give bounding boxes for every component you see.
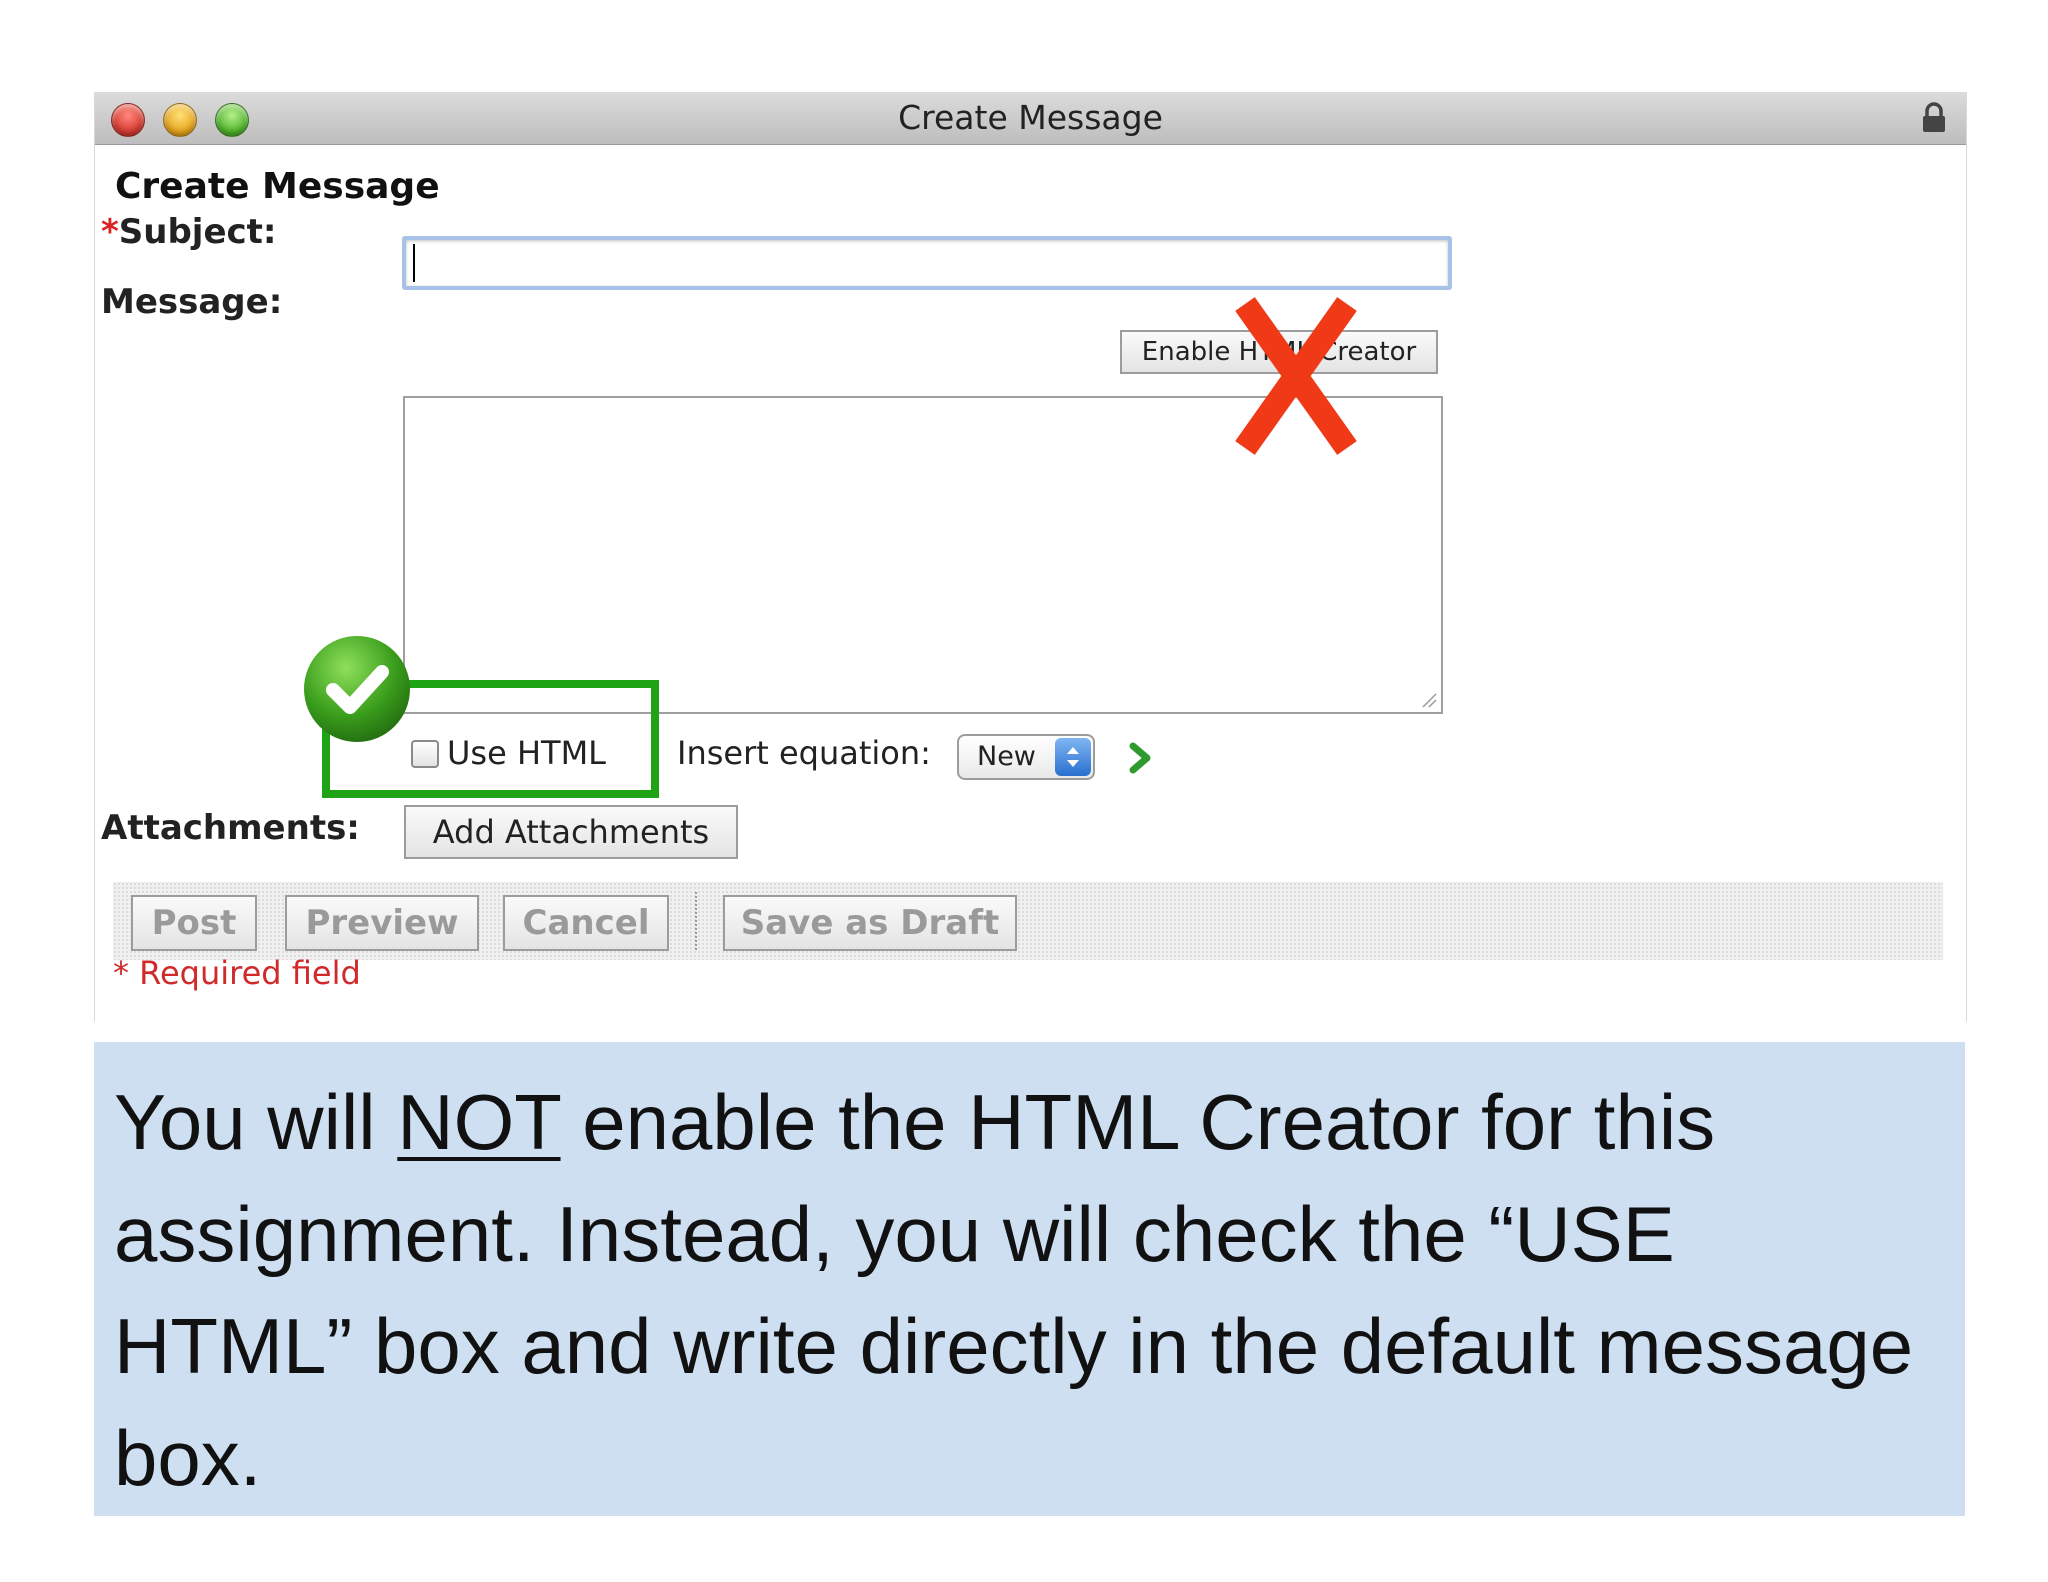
- subject-label: *Subject:: [101, 212, 277, 252]
- equation-select[interactable]: New: [957, 734, 1095, 780]
- preview-button[interactable]: Preview: [285, 895, 479, 951]
- resize-grip-icon[interactable]: [1419, 690, 1437, 708]
- insert-equation-label: Insert equation:: [677, 734, 931, 772]
- required-field-note: * Required field: [113, 954, 361, 992]
- subject-input[interactable]: [402, 236, 1452, 290]
- message-label: Message:: [101, 282, 283, 322]
- subject-label-text: Subject:: [118, 212, 277, 252]
- check-badge-icon: [304, 636, 410, 742]
- select-arrows-icon[interactable]: [1055, 738, 1091, 776]
- caption-part-1: You will: [114, 1078, 398, 1166]
- title-bar[interactable]: Create Message: [95, 92, 1966, 145]
- save-as-draft-button[interactable]: Save as Draft: [723, 895, 1017, 951]
- add-attachments-button[interactable]: Add Attachments: [404, 805, 738, 859]
- caption-emphasis: NOT: [397, 1078, 561, 1166]
- form-heading: Create Message: [115, 166, 440, 207]
- window-title: Create Message: [898, 98, 1163, 137]
- button-separator: [695, 892, 697, 952]
- create-message-window: Create Message Create Message *Subject: …: [94, 92, 1967, 1022]
- instruction-caption: You will NOT enable the HTML Creator for…: [114, 1066, 1934, 1514]
- equation-select-value: New: [977, 741, 1036, 772]
- post-button[interactable]: Post: [131, 895, 257, 951]
- lock-icon: [1923, 102, 1945, 132]
- red-x-icon: [1235, 297, 1357, 455]
- required-marker: *: [101, 212, 119, 252]
- attachments-label: Attachments:: [101, 808, 360, 848]
- go-arrow-icon[interactable]: [1123, 738, 1157, 778]
- updown-arrows-icon: [1067, 747, 1079, 767]
- text-caret: [413, 244, 415, 282]
- cancel-button[interactable]: Cancel: [503, 895, 669, 951]
- instruction-caption-panel: You will NOT enable the HTML Creator for…: [94, 1042, 1965, 1516]
